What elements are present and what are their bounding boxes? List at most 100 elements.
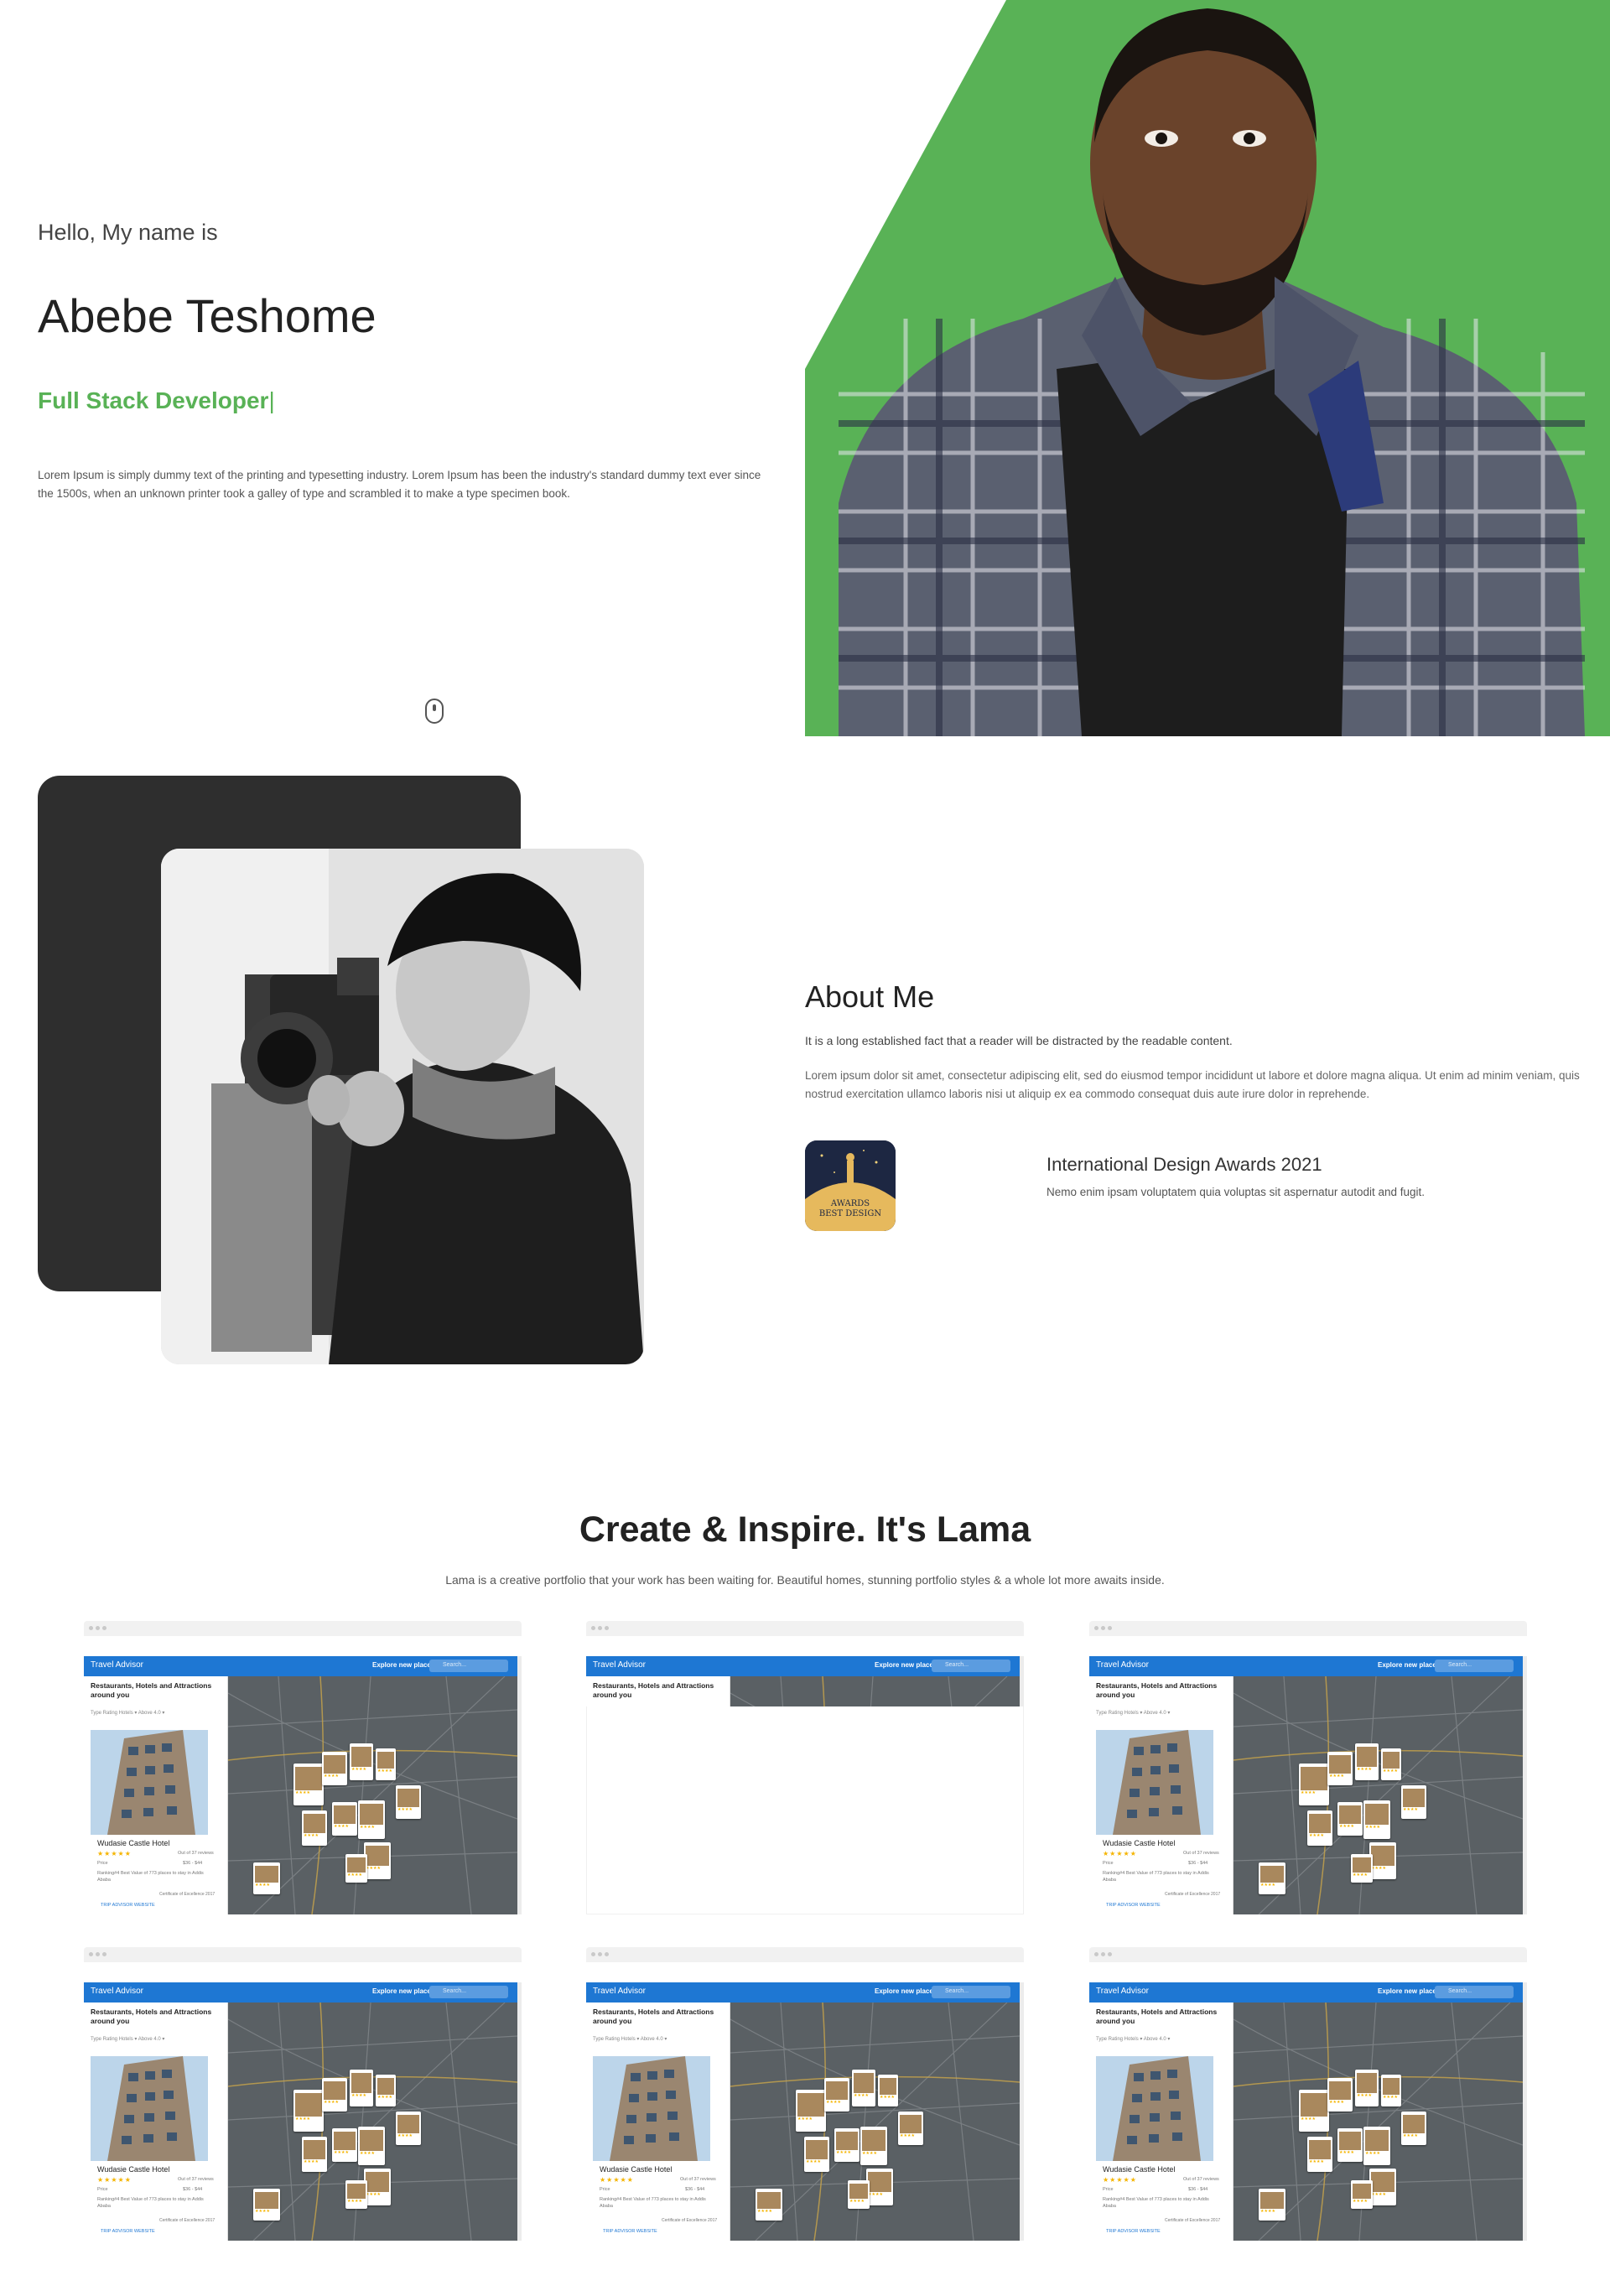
map-place-card[interactable]: ★★★★ — [834, 2128, 860, 2162]
project-card[interactable]: Travel Advisor Explore new places Search..… — [586, 1621, 1024, 1914]
map-place-card[interactable]: ★★★★ — [1401, 1785, 1426, 1819]
mouse-scroll-icon[interactable] — [425, 699, 444, 724]
hotel-links[interactable]: TRIP ADVISOR WEBSITE — [603, 2229, 657, 2234]
map-place-card[interactable]: ★★★★ — [824, 2078, 849, 2112]
map-place-card[interactable]: ★★★★ — [322, 2078, 347, 2112]
map-place-card[interactable]: ★★★★ — [1327, 2078, 1353, 2112]
map-place-card[interactable]: ★★★★ — [1299, 2090, 1329, 2132]
map-place-card[interactable]: ★★★★ — [332, 2128, 357, 2162]
project-card[interactable]: Travel Advisor Explore new places Search..… — [84, 1947, 522, 2241]
map-view[interactable]: ★★★★ ★★★★ ★★★★ ★★★★ ★★★★ ★★★★ ★★★★ ★★★★ ★★★★ ★★★★… — [730, 2003, 1020, 2241]
scrollbar[interactable] — [1020, 1982, 1024, 2241]
search-input[interactable]: Search... — [1435, 1986, 1514, 1998]
scrollbar[interactable] — [1523, 1982, 1527, 2241]
filter-selects[interactable]: Type Rating Hotels ▾ Above 4.0 ▾ — [1096, 2036, 1170, 2042]
map-place-card[interactable]: ★★★★ — [1369, 2169, 1396, 2205]
map-place-card[interactable]: ★★★★ — [253, 1862, 280, 1894]
app-brand[interactable]: Travel Advisor — [593, 1660, 646, 1670]
map-place-card[interactable]: ★★★★ — [1381, 2075, 1401, 2106]
map-place-card[interactable]: ★★★★ — [302, 1810, 327, 1846]
filter-selects[interactable]: Type Rating Hotels ▾ Above 4.0 ▾ — [593, 2036, 667, 2042]
map-place-card[interactable]: ★★★★ — [345, 1854, 367, 1883]
search-input[interactable]: Search... — [429, 1660, 508, 1672]
map-place-card[interactable]: ★★★★ — [350, 1743, 373, 1780]
hotel-links[interactable]: TRIP ADVISOR WEBSITE — [1106, 1903, 1161, 1908]
map-place-card[interactable]: ★★★★ — [302, 2137, 327, 2172]
map-place-card[interactable]: ★★★★ — [1355, 1743, 1379, 1780]
search-input[interactable]: Search... — [429, 1986, 508, 1998]
hotel-links[interactable]: TRIP ADVISOR WEBSITE — [1106, 2229, 1161, 2234]
map-place-card[interactable]: ★★★★ — [364, 2169, 391, 2205]
map-place-card[interactable]: ★★★★ — [796, 2090, 826, 2132]
map-place-card[interactable]: ★★★★ — [1307, 1810, 1332, 1846]
filter-selects[interactable]: Type Rating Hotels ▾ Above 4.0 ▾ — [1096, 1710, 1170, 1716]
map-view[interactable] — [730, 1676, 1020, 1706]
map-place-card[interactable]: ★★★★ — [396, 1785, 421, 1819]
about-lead: It is a long established fact that a rea… — [805, 1034, 1233, 1047]
app-brand[interactable]: Travel Advisor — [593, 1987, 646, 1996]
map-place-card[interactable]: ★★★★ — [1369, 1842, 1396, 1879]
project-card[interactable]: Travel Advisor Explore new places Search..… — [1089, 1947, 1527, 2241]
project-card[interactable]: Travel Advisor Explore new places Search..… — [586, 1947, 1024, 2241]
map-place-card[interactable]: ★★★★ — [358, 1800, 385, 1839]
app-brand[interactable]: Travel Advisor — [91, 1660, 143, 1670]
map-place-card[interactable]: ★★★★ — [860, 2127, 887, 2165]
map-place-card[interactable]: ★★★★ — [350, 2070, 373, 2106]
map-place-card[interactable]: ★★★★ — [293, 1764, 324, 1805]
map-place-card[interactable]: ★★★★ — [376, 1748, 396, 1780]
map-place-card[interactable]: ★★★★ — [358, 2127, 385, 2165]
search-input[interactable]: Search... — [932, 1660, 1010, 1672]
window-dot — [598, 1952, 602, 1956]
scrollbar[interactable] — [1523, 1656, 1527, 1914]
map-place-card[interactable]: ★★★★ — [1259, 2189, 1285, 2221]
map-place-card[interactable]: ★★★★ — [1355, 2070, 1379, 2106]
place-stars: ★★★★ — [1339, 2149, 1354, 2155]
map-place-card[interactable]: ★★★★ — [1401, 2112, 1426, 2145]
map-place-card[interactable]: ★★★★ — [1337, 2128, 1363, 2162]
filter-selects[interactable]: Type Rating Hotels ▾ Above 4.0 ▾ — [91, 1710, 164, 1716]
scrollbar[interactable] — [517, 1982, 522, 2241]
map-place-card[interactable]: ★★★★ — [364, 1842, 391, 1879]
app-brand[interactable]: Travel Advisor — [1096, 1987, 1149, 1996]
map-place-card[interactable]: ★★★★ — [1381, 1748, 1401, 1780]
filter-selects[interactable]: Type Rating Hotels ▾ Above 4.0 ▾ — [91, 2036, 164, 2042]
search-input[interactable]: Search... — [932, 1986, 1010, 1998]
map-view[interactable]: ★★★★ ★★★★ ★★★★ ★★★★ ★★★★ ★★★★ ★★★★ ★★★★ ★★★★ ★★★★… — [228, 1676, 517, 1914]
hotel-links[interactable]: TRIP ADVISOR WEBSITE — [101, 1903, 155, 1908]
place-stars: ★★★★ — [304, 1832, 319, 1838]
map-place-card[interactable]: ★★★★ — [322, 1752, 347, 1785]
map-place-card[interactable]: ★★★★ — [1363, 2127, 1390, 2165]
map-place-card[interactable]: ★★★★ — [1299, 1764, 1329, 1805]
map-place-card[interactable]: ★★★★ — [1259, 1862, 1285, 1894]
map-place-card[interactable]: ★★★★ — [1337, 1802, 1363, 1836]
map-place-card[interactable]: ★★★★ — [1363, 1800, 1390, 1839]
project-card[interactable]: Travel Advisor Explore new places Search..… — [84, 1621, 522, 1914]
map-view[interactable]: ★★★★ ★★★★ ★★★★ ★★★★ ★★★★ ★★★★ ★★★★ ★★★★ ★★★★ ★★★★… — [1233, 2003, 1523, 2241]
scrollbar[interactable] — [517, 1656, 522, 1914]
map-place-card[interactable]: ★★★★ — [293, 2090, 324, 2132]
app-brand[interactable]: Travel Advisor — [1096, 1660, 1149, 1670]
map-place-card[interactable]: ★★★★ — [1327, 1752, 1353, 1785]
map-place-card[interactable]: ★★★★ — [253, 2189, 280, 2221]
map-view[interactable]: ★★★★ ★★★★ ★★★★ ★★★★ ★★★★ ★★★★ ★★★★ ★★★★ ★★★★ ★★★★… — [228, 2003, 517, 2241]
map-view[interactable]: ★★★★ ★★★★ ★★★★ ★★★★ ★★★★ ★★★★ ★★★★ ★★★★ ★★★★ ★★★★… — [1233, 1676, 1523, 1914]
map-place-card[interactable]: ★★★★ — [848, 2180, 870, 2209]
map-place-card[interactable]: ★★★★ — [898, 2112, 923, 2145]
hotel-links[interactable]: TRIP ADVISOR WEBSITE — [101, 2229, 155, 2234]
map-place-card[interactable]: ★★★★ — [1351, 1854, 1373, 1883]
map-place-card[interactable]: ★★★★ — [332, 1802, 357, 1836]
map-place-card[interactable]: ★★★★ — [1351, 2180, 1373, 2209]
map-place-card[interactable]: ★★★★ — [804, 2137, 829, 2172]
map-place-card[interactable]: ★★★★ — [376, 2075, 396, 2106]
map-place-card[interactable]: ★★★★ — [345, 2180, 367, 2209]
map-place-card[interactable]: ★★★★ — [866, 2169, 893, 2205]
app-brand[interactable]: Travel Advisor — [91, 1987, 143, 1996]
map-place-card[interactable]: ★★★★ — [878, 2075, 898, 2106]
map-place-card[interactable]: ★★★★ — [756, 2189, 782, 2221]
map-place-card[interactable]: ★★★★ — [396, 2112, 421, 2145]
review-count: Out of 37 reviews — [680, 2177, 716, 2182]
project-card[interactable]: Travel Advisor Explore new places Search..… — [1089, 1621, 1527, 1914]
search-input[interactable]: Search... — [1435, 1660, 1514, 1672]
map-place-card[interactable]: ★★★★ — [852, 2070, 875, 2106]
map-place-card[interactable]: ★★★★ — [1307, 2137, 1332, 2172]
